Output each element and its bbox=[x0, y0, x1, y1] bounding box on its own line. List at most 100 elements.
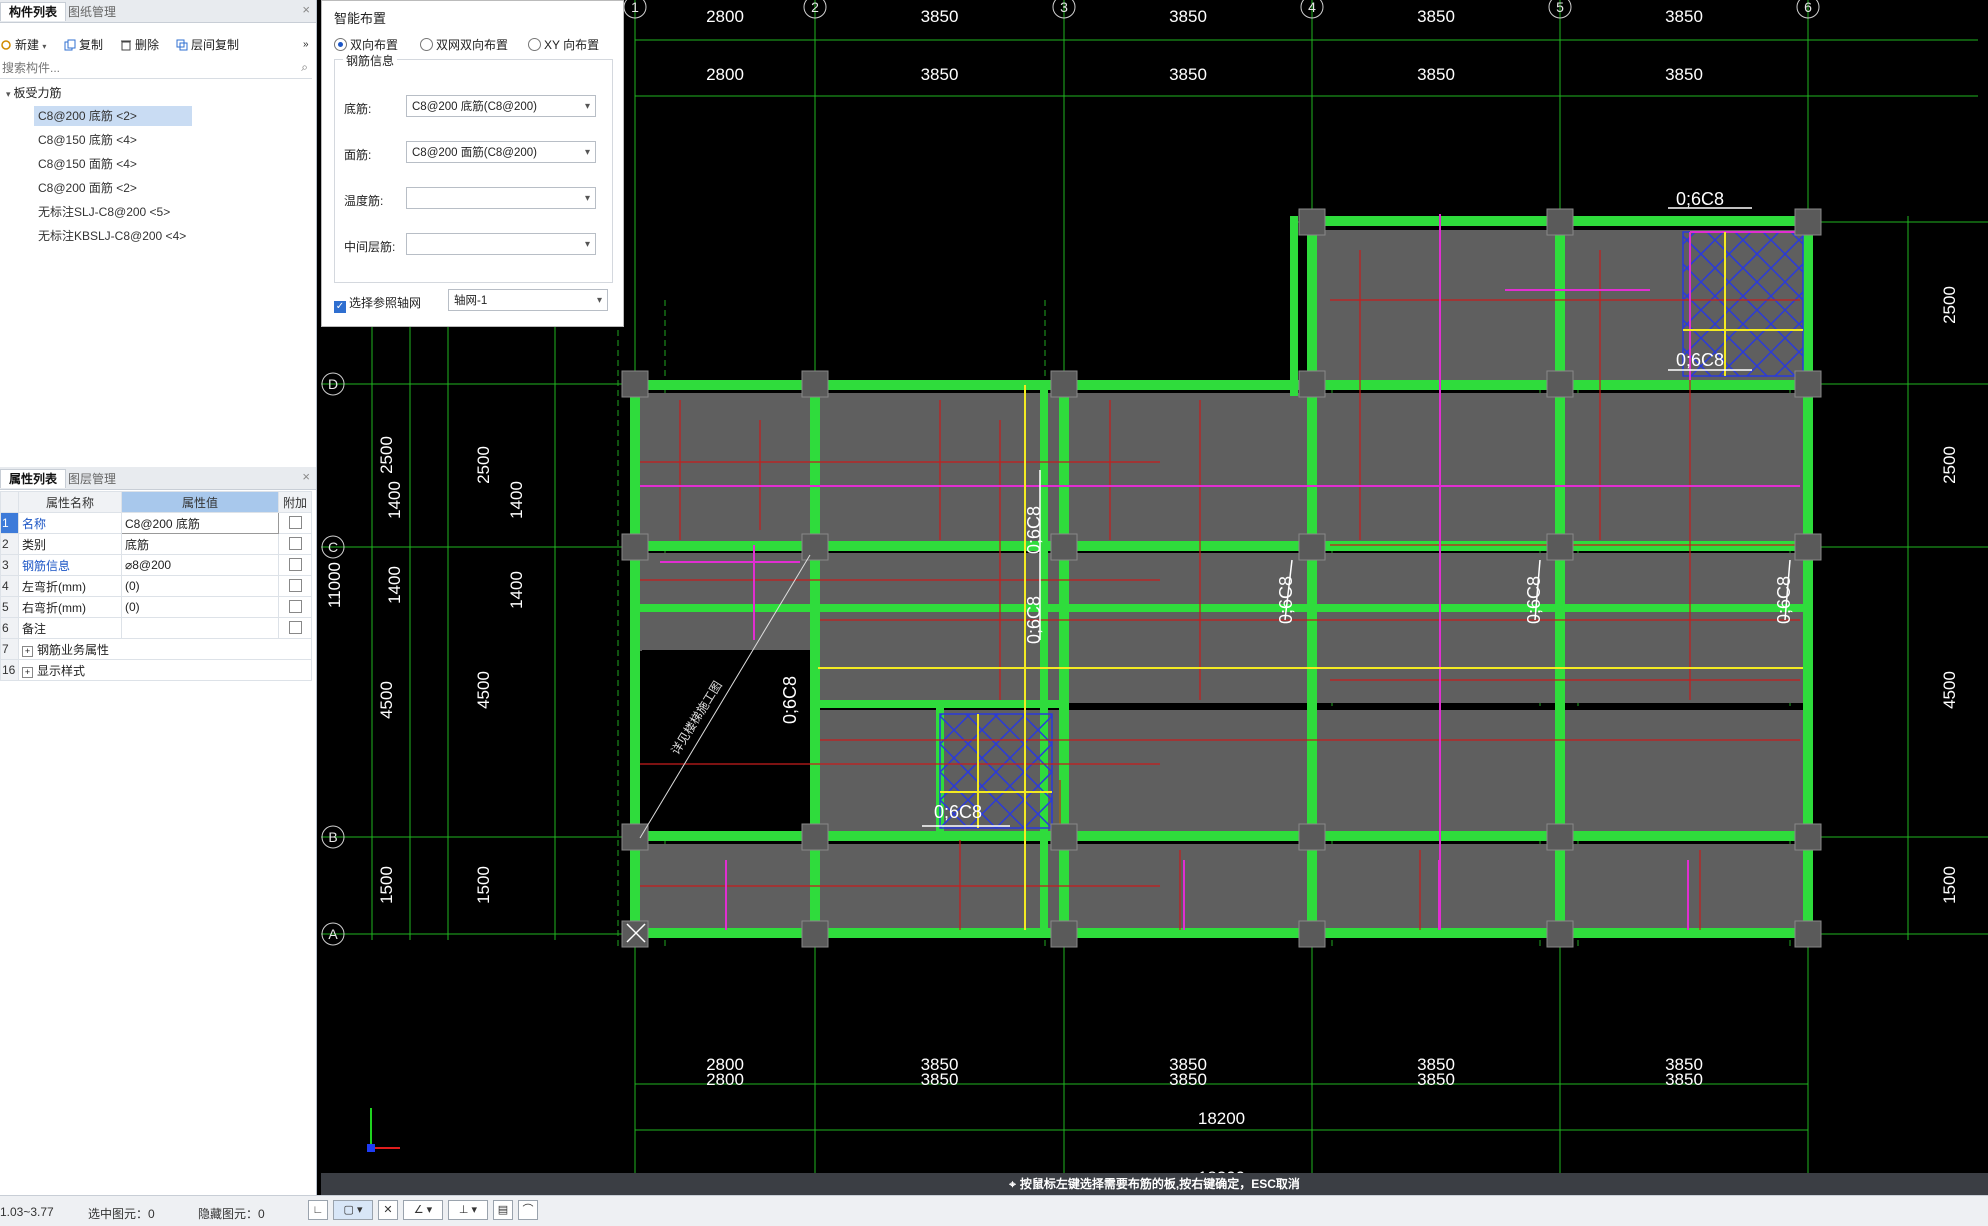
ref-axis-label: 选择参照轴网 bbox=[349, 296, 422, 310]
property-tabbar: 属性列表 图层管理 × bbox=[0, 467, 316, 490]
close-icon[interactable]: × bbox=[302, 2, 310, 17]
column bbox=[621, 370, 649, 398]
expand-icon[interactable]: + bbox=[22, 666, 33, 678]
floor-copy-button[interactable]: 层间复制 bbox=[176, 37, 239, 53]
dimension-label: 3850 bbox=[1417, 7, 1455, 26]
temperature-rebar-select[interactable] bbox=[406, 187, 596, 210]
list-item[interactable]: C8@200 底筋 <2> bbox=[34, 106, 192, 126]
table-row[interactable]: 4 左弯折(mm) (0) bbox=[0, 575, 312, 597]
list-item[interactable]: C8@200 面筋 <2> bbox=[34, 178, 141, 198]
table-row[interactable]: 7 + 钢筋业务属性 bbox=[0, 638, 312, 660]
radio-bidirectional[interactable]: 双向布置 bbox=[334, 37, 398, 53]
property-value[interactable]: ⌀8@200 bbox=[121, 554, 279, 576]
ref-axis-checkbox[interactable]: ✓ 选择参照轴网 bbox=[334, 294, 421, 313]
dimension-label: 1400 bbox=[507, 481, 526, 519]
table-row[interactable]: 3 钢筋信息 ⌀8@200 bbox=[0, 554, 312, 576]
delete-button[interactable]: 删除 bbox=[120, 37, 159, 53]
property-value-input[interactable]: C8@200 底筋 bbox=[121, 512, 279, 534]
chevron-down-icon[interactable]: ▾ bbox=[6, 89, 11, 99]
slab bbox=[1563, 710, 1807, 834]
attach-checkbox[interactable] bbox=[288, 558, 302, 571]
axis-bubble-label: 4 bbox=[1308, 0, 1316, 15]
dimension-label: 3850 bbox=[1665, 7, 1703, 26]
property-value[interactable] bbox=[121, 617, 279, 639]
tab-component-list[interactable]: 构件列表 bbox=[0, 2, 67, 21]
middle-rebar-select[interactable] bbox=[406, 233, 596, 256]
copy-button[interactable]: 复制 bbox=[64, 37, 103, 53]
row-number: 3 bbox=[0, 554, 19, 576]
table-row[interactable]: 6 备注 bbox=[0, 617, 312, 639]
table-row[interactable]: 5 右弯折(mm) (0) bbox=[0, 596, 312, 618]
radio-icon bbox=[420, 38, 433, 51]
property-value[interactable]: (0) bbox=[121, 575, 279, 597]
radio-double-net[interactable]: 双网双向布置 bbox=[420, 37, 508, 53]
total-dimension-label: 18200 bbox=[1198, 1109, 1245, 1128]
close-icon[interactable]: × bbox=[302, 469, 310, 484]
new-button[interactable]: 新建 ▾ bbox=[0, 37, 46, 53]
property-name: 类别 bbox=[18, 533, 122, 555]
column-header: 属性值 bbox=[121, 491, 279, 513]
ortho-icon[interactable]: ∟ bbox=[308, 1200, 328, 1220]
dimension-label: 2500 bbox=[377, 436, 396, 474]
table-row[interactable]: 16 + 显示样式 bbox=[0, 659, 312, 681]
dimension-label: 11000 bbox=[325, 562, 344, 608]
property-value[interactable]: 底筋 bbox=[121, 533, 279, 555]
snap-icon[interactable]: ⊥ ▾ bbox=[448, 1200, 488, 1220]
axis-bubble-label: 2 bbox=[811, 0, 819, 15]
property-value[interactable]: (0) bbox=[121, 596, 279, 618]
layer-icon[interactable]: ▤ bbox=[493, 1200, 513, 1220]
more-icon[interactable]: » bbox=[303, 37, 309, 53]
list-item[interactable]: 无标注SLJ-C8@200 <5> bbox=[34, 202, 174, 222]
dimension-label: 3850 bbox=[1665, 1070, 1703, 1089]
bottom-rebar-select[interactable]: C8@200 底筋(C8@200) bbox=[406, 95, 596, 118]
list-item[interactable]: 无标注KBSLJ-C8@200 <4> bbox=[34, 226, 190, 246]
axis-bubble-label: B bbox=[328, 829, 337, 845]
attach-checkbox[interactable] bbox=[288, 516, 302, 529]
column bbox=[1794, 823, 1822, 851]
table-row[interactable]: 2 类别 底筋 bbox=[0, 533, 312, 555]
angle-icon[interactable]: ∠ ▾ bbox=[403, 1200, 443, 1220]
dialog-title: 智能布置 bbox=[334, 11, 387, 26]
list-item[interactable]: C8@150 面筋 <4> bbox=[34, 154, 141, 174]
attach-checkbox[interactable] bbox=[288, 621, 302, 634]
field-label: 面筋: bbox=[344, 148, 372, 162]
top-rebar-select[interactable]: C8@200 面筋(C8@200) bbox=[406, 141, 596, 164]
tree-root[interactable]: ▾ 板受力筋 bbox=[6, 84, 62, 101]
dimension-label: 3850 bbox=[1665, 65, 1703, 84]
column bbox=[801, 823, 829, 851]
table-row[interactable]: 1 名称 C8@200 底筋 bbox=[0, 512, 312, 534]
tab-drawing-manage[interactable]: 图纸管理 bbox=[60, 3, 124, 21]
tab-layer-manage[interactable]: 图层管理 bbox=[60, 470, 124, 488]
list-item[interactable]: C8@150 底筋 <4> bbox=[34, 130, 141, 150]
group-title: 钢筋信息 bbox=[343, 52, 398, 69]
row-number: 4 bbox=[0, 575, 19, 597]
column bbox=[1546, 920, 1574, 948]
column bbox=[1794, 533, 1822, 561]
curve-icon[interactable]: ⌒ bbox=[518, 1200, 538, 1220]
column bbox=[1298, 533, 1326, 561]
column bbox=[1050, 533, 1078, 561]
attach-checkbox[interactable] bbox=[288, 579, 302, 592]
dimension-label: 4500 bbox=[377, 681, 396, 719]
search-icon[interactable]: ⌕ bbox=[301, 60, 308, 75]
property-name: 右弯折(mm) bbox=[18, 596, 122, 618]
select-mode-icon[interactable]: ▢ ▾ bbox=[333, 1200, 373, 1220]
tab-property-list[interactable]: 属性列表 bbox=[0, 469, 67, 488]
column bbox=[621, 533, 649, 561]
dimension-label: 3850 bbox=[1169, 7, 1207, 26]
table-corner bbox=[0, 491, 19, 513]
attach-checkbox[interactable] bbox=[288, 600, 302, 613]
dimension-label: 3850 bbox=[1417, 1070, 1455, 1089]
status-bar: 1.03~3.77 选中图元：0 隐藏图元：0 ∟ ▢ ▾ ✕ ∠ ▾ ⊥ ▾ … bbox=[0, 1195, 1988, 1226]
row-number: 7 bbox=[0, 638, 19, 660]
axis-bubble-label: D bbox=[328, 376, 338, 392]
copy-icon bbox=[64, 39, 76, 51]
cross-select-icon[interactable]: ✕ bbox=[378, 1200, 398, 1220]
expand-icon[interactable]: + bbox=[22, 645, 33, 657]
radio-xy[interactable]: XY 向布置 bbox=[528, 37, 599, 53]
attach-checkbox[interactable] bbox=[288, 537, 302, 550]
ref-axis-select[interactable]: 轴网-1 bbox=[448, 289, 608, 312]
property-name: 备注 bbox=[18, 617, 122, 639]
search-input[interactable] bbox=[0, 58, 284, 78]
property-name: 钢筋信息 bbox=[18, 554, 122, 576]
